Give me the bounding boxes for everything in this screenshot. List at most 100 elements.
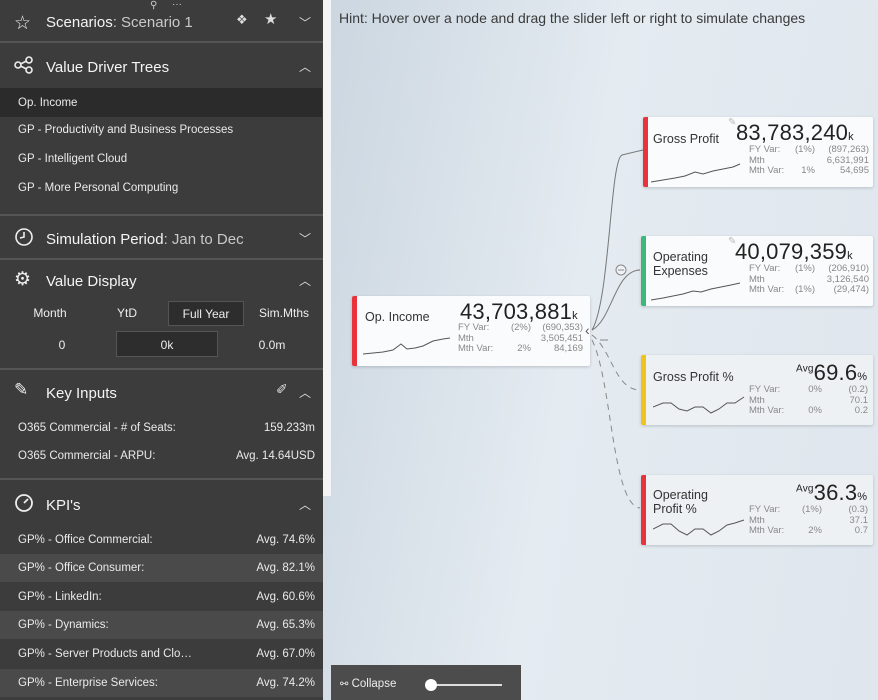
- value-display-full-year-tab[interactable]: Full Year: [168, 301, 244, 326]
- sidebar-scrollbar[interactable]: [323, 0, 331, 496]
- node-value: Avg69.6%: [796, 360, 868, 385]
- chevron-up-icon[interactable]: ︿: [299, 496, 311, 513]
- kpi-row[interactable]: GP% - Server Products and Clo… Avg. 67.0…: [0, 640, 323, 668]
- node-name: Op. Income: [365, 310, 430, 324]
- tree-item-gp-productivity[interactable]: GP - Productivity and Business Processes: [0, 115, 323, 144]
- value-display-month-tab[interactable]: Month: [18, 306, 82, 320]
- sidebar: ☆ Scenarios: Scenario 1 ⚲ ··· ❖ ★ ﹀ Valu…: [0, 0, 323, 700]
- share-tree-icon: ⚯: [340, 679, 349, 690]
- key-input-value: 159.233m: [263, 422, 315, 434]
- divider: [0, 41, 323, 43]
- node-gross-profit-pct[interactable]: Gross Profit % Avg69.6% FY Var: 0% (0.2) M…: [641, 355, 873, 425]
- value-display-ytd-tab[interactable]: YtD: [100, 306, 154, 320]
- node-value: 40,079,359k: [735, 239, 853, 264]
- kpi-value: Avg. 67.0%: [256, 648, 315, 660]
- scenarios-value: : Scenario 1: [112, 14, 193, 31]
- node-status-bar: [641, 475, 646, 545]
- node-status-bar: [352, 296, 357, 366]
- value-display-sim-mths-tab[interactable]: Sim.Mths: [250, 306, 318, 320]
- pencil-icon: ✎: [14, 380, 29, 399]
- simulation-period-value: : Jan to Dec: [163, 231, 244, 248]
- kpis-title: KPI's: [46, 497, 81, 514]
- kpi-value: Avg. 74.6%: [256, 534, 315, 546]
- gauge-icon: [15, 494, 33, 512]
- clock-icon: [15, 228, 33, 246]
- share-tree-icon: [14, 56, 33, 74]
- key-input-label: O365 Commercial - # of Seats:: [18, 422, 176, 434]
- kpi-row[interactable]: GP% - LinkedIn: Avg. 60.6%: [0, 583, 323, 611]
- value-display-fullyear-input[interactable]: 0k: [116, 331, 218, 357]
- star-outline-icon: ☆: [14, 13, 32, 34]
- node-operating-profit-pct[interactable]: Operating Profit % Avg36.3% FY Var: (1%)(…: [641, 475, 873, 545]
- kpi-value: Avg. 74.2%: [256, 677, 315, 689]
- sparkline: [653, 396, 745, 414]
- divider: [0, 368, 323, 370]
- scenarios-header[interactable]: ☆ Scenarios: Scenario 1 ⚲ ··· ❖ ★ ﹀: [0, 0, 323, 34]
- kpi-value: Avg. 60.6%: [256, 591, 315, 603]
- chevron-down-icon[interactable]: ﹀: [299, 230, 311, 247]
- kpi-label: GP% - Office Commercial:: [18, 534, 153, 546]
- divider: [0, 478, 323, 480]
- kpi-value: Avg. 82.1%: [256, 562, 315, 574]
- value-driver-trees-header[interactable]: Value Driver Trees ︿: [0, 52, 323, 80]
- more-options-icon[interactable]: ···: [172, 0, 182, 10]
- kpis-header[interactable]: KPI's ︿: [0, 490, 323, 518]
- node-gross-profit[interactable]: Gross Profit ✎ 83,783,240k FY Var: (1%) (8…: [643, 117, 873, 187]
- node-op-income[interactable]: Op. Income 43,703,881k FY Var: (2%) (690,3…: [352, 296, 590, 366]
- key-input-row[interactable]: O365 Commercial - # of Seats: 159.233m: [0, 414, 323, 442]
- node-value: 83,783,240k: [736, 120, 854, 145]
- node-stats: FY Var: 0% (0.2) Mth 70.1 Mth Var: 0% 0.2: [749, 384, 868, 416]
- edit-icon[interactable]: ✐: [276, 381, 288, 398]
- tree-item-op-income[interactable]: Op. Income: [0, 88, 322, 117]
- node-value: Avg36.3%: [796, 480, 868, 505]
- node-stats: FY Var: (2%) (690,353) Mth 3,505,451 Mth Va…: [458, 322, 583, 354]
- node-status-bar: [641, 236, 646, 306]
- kpi-row[interactable]: GP% - Enterprise Services: Avg. 74.2%: [0, 669, 323, 697]
- node-status-bar: [643, 117, 648, 187]
- chevron-up-icon[interactable]: ︿: [299, 384, 311, 401]
- star-add-icon[interactable]: ★: [264, 10, 277, 28]
- chevron-down-icon[interactable]: ﹀: [299, 14, 311, 31]
- chevron-left-icon[interactable]: ‹: [585, 322, 590, 338]
- simulation-period-header[interactable]: Simulation Period: Jan to Dec ﹀: [0, 224, 323, 252]
- node-status-bar: [641, 355, 646, 425]
- key-input-value: Avg. 14.64USD: [235, 450, 315, 462]
- chevron-up-icon[interactable]: ︿: [299, 58, 311, 75]
- kpi-label: GP% - LinkedIn:: [18, 591, 102, 603]
- pin-icon[interactable]: ⚲: [150, 0, 157, 11]
- value-display-header[interactable]: ⚙ Value Display ︿: [0, 266, 323, 294]
- key-input-row[interactable]: O365 Commercial - ARPU: Avg. 14.64USD: [0, 442, 323, 470]
- kpi-label: GP% - Office Consumer:: [18, 562, 145, 574]
- simulation-period-label: Simulation Period: [46, 231, 164, 248]
- tree-item-gp-more-personal-computing[interactable]: GP - More Personal Computing: [0, 173, 323, 202]
- value-display-month-value: 0: [58, 338, 66, 352]
- sparkline: [363, 337, 451, 355]
- hint-text: Hint: Hover over a node and drag the sli…: [339, 10, 806, 26]
- chevron-up-icon[interactable]: ︿: [299, 272, 311, 289]
- node-name: Operating Expenses: [653, 250, 708, 278]
- kpi-row[interactable]: GP% - Dynamics: Avg. 65.3%: [0, 611, 323, 639]
- scenarios-copy-icon[interactable]: ❖: [236, 12, 248, 28]
- kpi-label: GP% - Dynamics:: [18, 619, 109, 631]
- value-driver-trees-title: Value Driver Trees: [46, 59, 170, 76]
- zoom-slider-track[interactable]: [430, 684, 502, 686]
- key-inputs-header[interactable]: ✎ Key Inputs ✐ ︿: [0, 378, 323, 406]
- sparkline: [651, 163, 741, 183]
- divider: [0, 214, 323, 216]
- value-display-simmths-value: 0.0m: [258, 338, 286, 352]
- sparkline: [653, 519, 745, 536]
- zoom-slider-handle[interactable]: [425, 679, 437, 691]
- node-name: Operating Profit %: [653, 488, 708, 516]
- kpi-row[interactable]: GP% - Office Consumer: Avg. 82.1%: [0, 554, 323, 582]
- collapse-button[interactable]: ⚯ Collapse: [340, 678, 396, 690]
- node-operating-expenses[interactable]: Operating Expenses ✎ 40,079,359k FY Var:…: [641, 236, 873, 306]
- divider: [0, 258, 323, 260]
- collapse-label: Collapse: [351, 678, 397, 690]
- tree-item-gp-intelligent-cloud[interactable]: GP - Intelligent Cloud: [0, 144, 323, 173]
- node-stats: FY Var: (1%) (206,910) Mth 3,126,540 Mth Va…: [749, 263, 869, 295]
- node-stats: FY Var: (1%) (0.3) Mth 37.1 Mth Var: 2% 0.7: [749, 504, 868, 536]
- node-name: Gross Profit: [653, 132, 719, 146]
- kpi-row[interactable]: GP% - Office Commercial: Avg. 74.6%: [0, 526, 323, 554]
- value-display-title: Value Display: [46, 273, 137, 290]
- node-stats: FY Var: (1%) (897,263) Mth 6,631,991 Mth Va…: [749, 144, 869, 176]
